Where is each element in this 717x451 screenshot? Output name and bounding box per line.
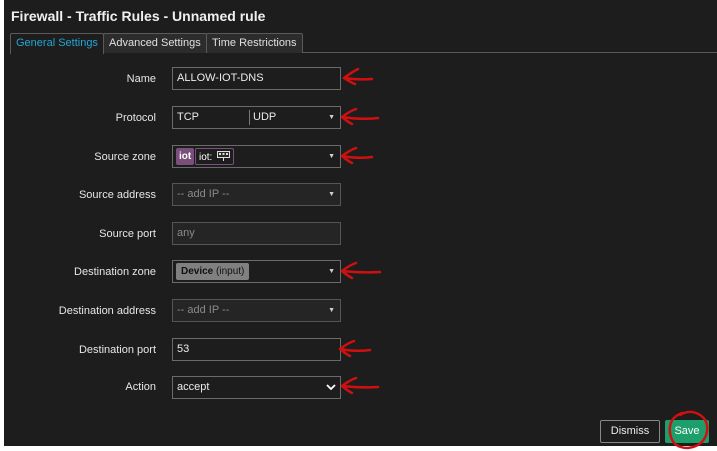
chevron-down-icon: ▼ [328, 268, 335, 275]
zone-chip-device: Device (input) [176, 263, 250, 280]
dismiss-button[interactable]: Dismiss [600, 420, 660, 443]
protocol-label: Protocol [115, 112, 156, 124]
tab-advanced-settings[interactable]: Advanced Settings [103, 33, 207, 53]
protocol-select[interactable]: TCP UDP ▼ [172, 106, 341, 129]
dialog: Firewall - Traffic Rules - Unnamed rule … [4, 0, 717, 446]
tab-time-restrictions[interactable]: Time Restrictions [206, 33, 303, 53]
source-address-select[interactable]: -- add IP -- ▼ [172, 183, 341, 206]
zone-chip-iot-label: iot: [199, 152, 213, 163]
action-label: Action [125, 381, 156, 393]
name-input[interactable]: ALLOW-IOT-DNS [172, 67, 341, 90]
name-value: ALLOW-IOT-DNS [177, 72, 264, 84]
zone-chip-device-label: Device [181, 266, 214, 277]
destination-zone-select[interactable]: Device (input) ▼ [172, 260, 341, 283]
zone-chip-device-suffix: (input) [216, 266, 245, 277]
zone-chip-iot: iot [176, 148, 195, 165]
source-zone-label: Source zone [94, 151, 156, 163]
action-value: accept [177, 381, 210, 393]
name-label: Name [126, 73, 156, 85]
chevron-down-icon: ▼ [328, 307, 335, 314]
source-address-placeholder: -- add IP -- [177, 188, 230, 200]
destination-address-label: Destination address [58, 305, 156, 317]
destination-zone-label: Destination zone [74, 266, 156, 278]
protocol-separator [249, 110, 250, 125]
chevron-down-icon: ▼ [328, 191, 335, 198]
source-port-label: Source port [99, 228, 156, 240]
save-button[interactable]: Save [665, 420, 709, 443]
chevron-down-icon: ▼ [328, 153, 335, 160]
network-icon [217, 151, 231, 161]
source-zone-select[interactable]: iot iot: ▼ [172, 145, 341, 168]
zone-chip-iot-networks: iot: [195, 148, 235, 165]
destination-port-input[interactable]: 53 [172, 338, 341, 361]
destination-port-label: Destination port [78, 344, 156, 356]
chevron-down-icon [326, 384, 336, 391]
dialog-title: Firewall - Traffic Rules - Unnamed rule [11, 8, 266, 24]
tab-general-settings[interactable]: General Settings [10, 33, 104, 54]
source-port-input[interactable]: any [172, 222, 341, 245]
action-select[interactable]: accept [172, 376, 341, 399]
protocol-udp: UDP [253, 111, 277, 123]
destination-address-select[interactable]: -- add IP -- ▼ [172, 299, 341, 322]
destination-address-placeholder: -- add IP -- [177, 304, 230, 316]
destination-port-value: 53 [177, 343, 190, 355]
source-port-placeholder: any [177, 227, 195, 239]
protocol-tcp: TCP [177, 111, 199, 123]
tab-bar: General Settings Advanced Settings Time … [10, 33, 717, 54]
chevron-down-icon: ▼ [328, 114, 335, 121]
source-address-label: Source address [78, 189, 156, 201]
